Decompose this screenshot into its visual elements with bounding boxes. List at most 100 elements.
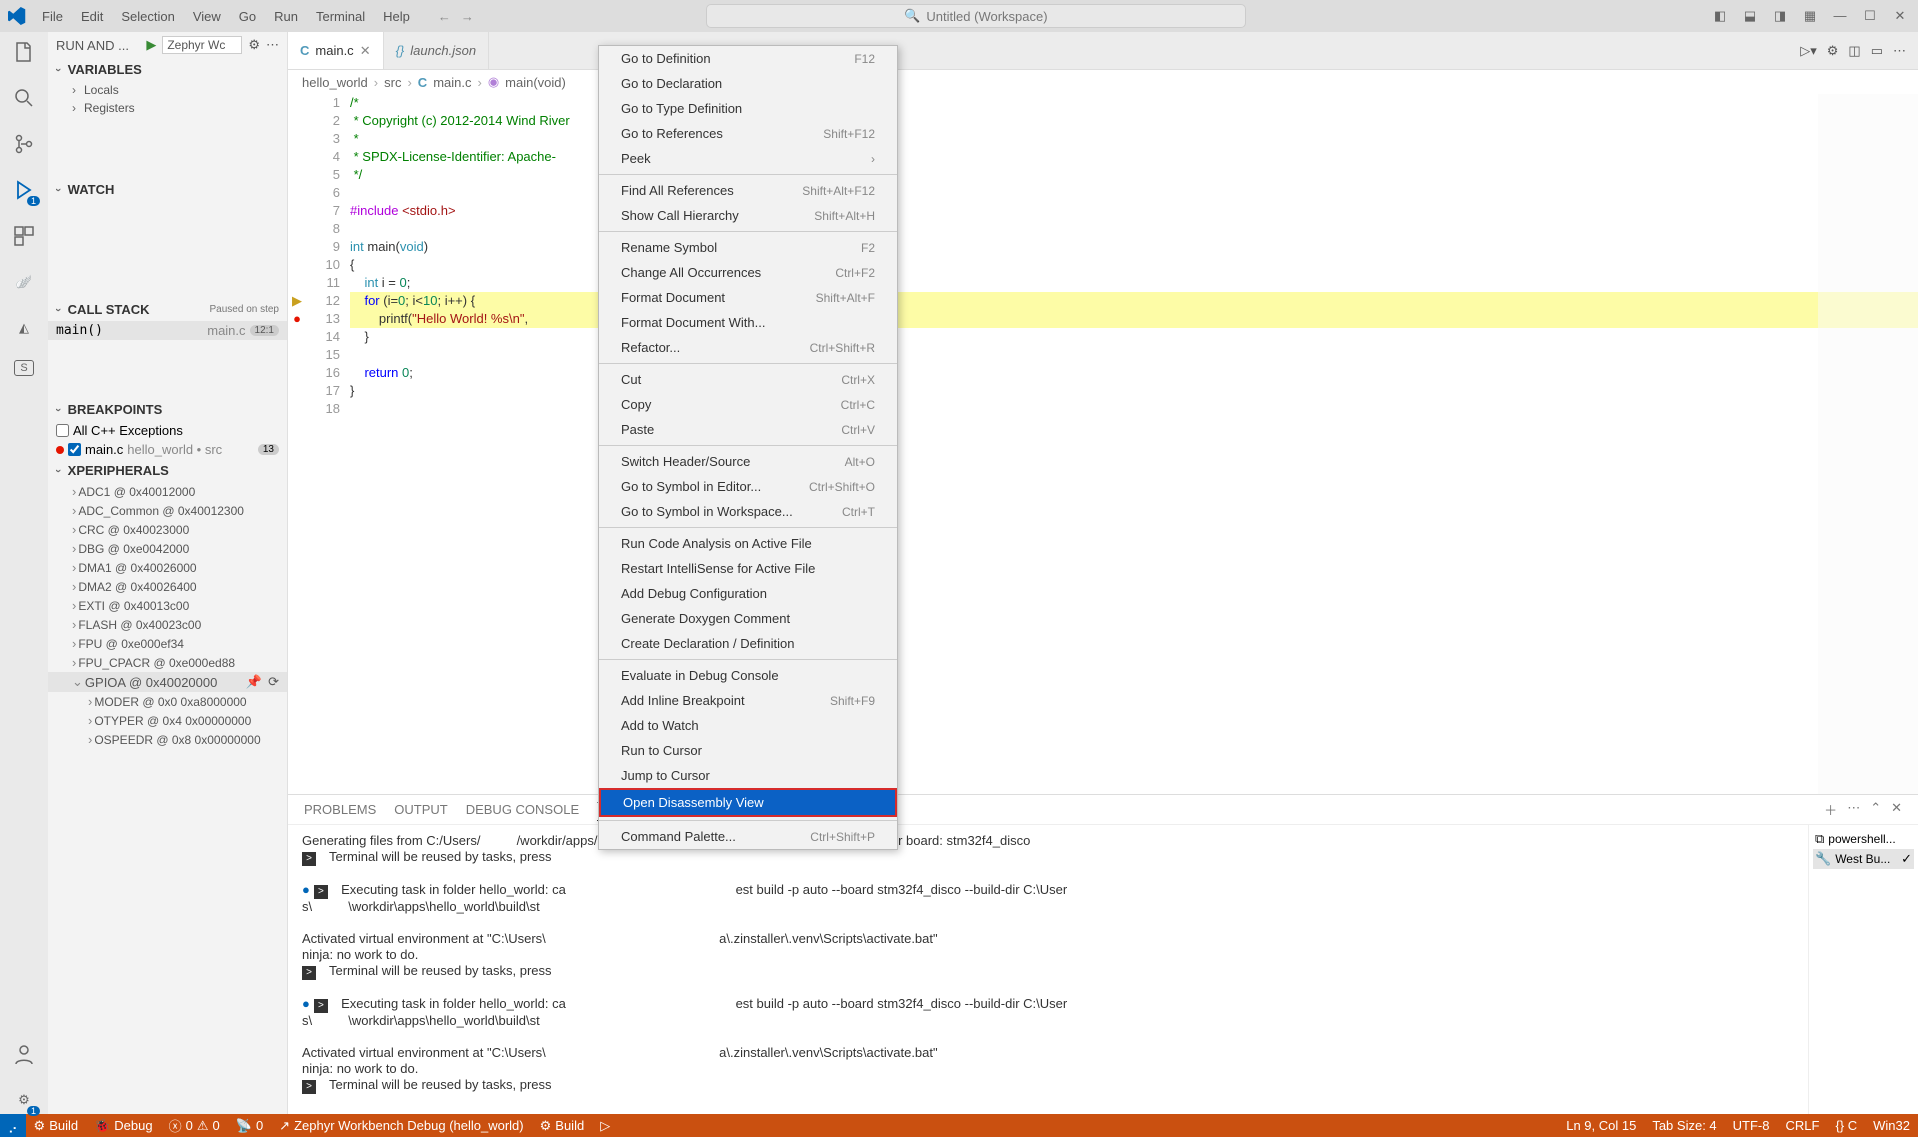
ctx-evaluate-in-debug-console[interactable]: Evaluate in Debug Console [599, 663, 897, 688]
s-box-icon[interactable]: S [14, 360, 34, 376]
minimap[interactable] [1818, 94, 1918, 794]
crumb-fn[interactable]: main(void) [505, 75, 566, 90]
status-errors[interactable]: ⓧ 0 ⚠ 0 [161, 1114, 228, 1137]
periph-gpioa[interactable]: ⌄GPIOA @ 0x40020000 📌 ⟳ [48, 672, 287, 692]
minimize-icon[interactable]: — [1830, 8, 1850, 24]
status-zephyr-debug[interactable]: ↗ Zephyr Workbench Debug (hello_world) [271, 1114, 531, 1137]
status-build2[interactable]: ⚙ Build [532, 1114, 593, 1137]
crumb-file[interactable]: main.c [433, 75, 471, 90]
account-icon[interactable] [10, 1040, 38, 1068]
search-activity-icon[interactable] [10, 84, 38, 112]
ctx-switch-header-source[interactable]: Switch Header/SourceAlt+O [599, 449, 897, 474]
ctx-add-to-watch[interactable]: Add to Watch [599, 713, 897, 738]
ctx-add-debug-configuration[interactable]: Add Debug Configuration [599, 581, 897, 606]
crumb-src[interactable]: src [384, 75, 401, 90]
nav-forward-icon[interactable]: → [461, 9, 474, 24]
status-encoding[interactable]: UTF-8 [1725, 1118, 1778, 1133]
ctx-format-document-with-[interactable]: Format Document With... [599, 310, 897, 335]
breakpoint-all-cpp[interactable]: All C++ Exceptions [48, 421, 287, 440]
menu-run[interactable]: Run [266, 5, 306, 28]
layout-right-icon[interactable]: ◨ [1770, 8, 1790, 24]
periph-item[interactable]: ›CRC @ 0x40023000 [48, 520, 287, 539]
panel-output[interactable]: OUTPUT [394, 802, 447, 817]
settings-icon[interactable]: ⚙1 [10, 1086, 38, 1114]
ctx-peek[interactable]: Peek› [599, 146, 897, 171]
bp-main-checkbox[interactable] [68, 443, 81, 456]
source-control-icon[interactable] [10, 130, 38, 158]
ctx-go-to-type-definition[interactable]: Go to Type Definition [599, 96, 897, 121]
tab-close-icon[interactable]: ✕ [360, 43, 371, 59]
menu-help[interactable]: Help [375, 5, 418, 28]
close-icon[interactable]: ✕ [1890, 8, 1910, 24]
refresh-icon[interactable]: ⟳ [268, 674, 279, 690]
breakpoint-main[interactable]: main.c hello_world • src 13 [48, 440, 287, 459]
layout-bottom-icon[interactable]: ⬓ [1740, 8, 1760, 24]
periph-item[interactable]: ›DMA1 @ 0x40026000 [48, 558, 287, 577]
ctx-open-disassembly-view[interactable]: Open Disassembly View [599, 788, 897, 817]
ctx-jump-to-cursor[interactable]: Jump to Cursor [599, 763, 897, 788]
menu-go[interactable]: Go [231, 5, 264, 28]
run-debug-icon[interactable]: 1 [10, 176, 38, 204]
maximize-panel-icon[interactable]: ⌃ [1870, 800, 1881, 819]
callstack-section[interactable]: CALL STACKPaused on step [48, 298, 287, 321]
debug-config-dropdown[interactable]: Zephyr Wc [162, 36, 242, 54]
bp-all-cpp-checkbox[interactable] [56, 424, 69, 437]
menu-view[interactable]: View [185, 5, 229, 28]
split-icon[interactable]: ◫ [1848, 43, 1860, 59]
status-cursor[interactable]: Ln 9, Col 15 [1558, 1118, 1644, 1133]
ctx-show-call-hierarchy[interactable]: Show Call HierarchyShift+Alt+H [599, 203, 897, 228]
status-platform[interactable]: Win32 [1865, 1118, 1918, 1133]
pin-icon[interactable]: 📌 [246, 674, 262, 690]
breadcrumb[interactable]: hello_world› src› C main.c› ◉ main(void) [288, 70, 1918, 94]
breakpoints-section[interactable]: BREAKPOINTS [48, 398, 287, 421]
ctx-go-to-declaration[interactable]: Go to Declaration [599, 71, 897, 96]
gear-icon[interactable]: ⚙ [1827, 43, 1839, 59]
debug-gear-icon[interactable]: ⚙ [248, 37, 260, 53]
panel-debug[interactable]: DEBUG CONSOLE [466, 802, 579, 817]
close-panel-icon[interactable]: ✕ [1891, 800, 1902, 819]
ctx-go-to-definition[interactable]: Go to DefinitionF12 [599, 46, 897, 71]
terminal-more-icon[interactable]: ⋯ [1847, 800, 1860, 819]
ctx-run-to-cursor[interactable]: Run to Cursor [599, 738, 897, 763]
status-debug[interactable]: 🐞 Debug [86, 1114, 161, 1137]
periph-item[interactable]: ›DBG @ 0xe0042000 [48, 539, 287, 558]
menu-file[interactable]: File [34, 5, 71, 28]
variables-locals[interactable]: Locals [48, 81, 287, 99]
extensions-icon[interactable] [10, 222, 38, 250]
periph-reg[interactable]: ›OSPEEDR @ 0x8 0x00000000 [48, 730, 287, 749]
panel-problems[interactable]: PROBLEMS [304, 802, 376, 817]
nav-back-icon[interactable]: ← [438, 9, 451, 24]
terminal-west[interactable]: 🔧West Bu... ✓ [1813, 849, 1914, 869]
periph-item[interactable]: ›FLASH @ 0x40023c00 [48, 615, 287, 634]
ctx-format-document[interactable]: Format DocumentShift+Alt+F [599, 285, 897, 310]
debug-more-icon[interactable]: ⋯ [266, 37, 279, 53]
status-ports[interactable]: 📡 0 [228, 1114, 271, 1137]
periph-reg[interactable]: ›OTYPER @ 0x4 0x00000000 [48, 711, 287, 730]
debug-start-icon[interactable]: ▶ [146, 37, 156, 53]
ctx-generate-doxygen-comment[interactable]: Generate Doxygen Comment [599, 606, 897, 631]
status-run-triangle[interactable]: ▷ [592, 1114, 618, 1137]
run-play-icon[interactable]: ▷▾ [1800, 43, 1817, 59]
xperipherals-section[interactable]: XPERIPHERALS [48, 459, 287, 482]
ctx-copy[interactable]: CopyCtrl+C [599, 392, 897, 417]
ctx-add-inline-breakpoint[interactable]: Add Inline BreakpointShift+F9 [599, 688, 897, 713]
callstack-frame[interactable]: main() main.c 12:1 [48, 321, 287, 340]
status-lang[interactable]: {} C [1827, 1118, 1865, 1133]
ctx-refactor-[interactable]: Refactor...Ctrl+Shift+R [599, 335, 897, 360]
periph-item[interactable]: ›ADC_Common @ 0x40012300 [48, 501, 287, 520]
periph-reg[interactable]: ›MODER @ 0x0 0xa8000000 [48, 692, 287, 711]
status-tabsize[interactable]: Tab Size: 4 [1644, 1118, 1724, 1133]
watch-section[interactable]: WATCH [48, 178, 287, 201]
ctx-run-code-analysis-on-active-file[interactable]: Run Code Analysis on Active File [599, 531, 897, 556]
status-eol[interactable]: CRLF [1778, 1118, 1828, 1133]
periph-item[interactable]: ›FPU_CPACR @ 0xe000ed88 [48, 653, 287, 672]
remote-button[interactable]: ⡠ [0, 1114, 26, 1137]
diff-icon[interactable]: ▭ [1871, 43, 1883, 59]
tab-launch-json[interactable]: {} launch.json [384, 32, 489, 69]
ctx-cut[interactable]: CutCtrl+X [599, 367, 897, 392]
variables-registers[interactable]: Registers [48, 99, 287, 117]
command-center[interactable]: 🔍 Untitled (Workspace) [706, 4, 1246, 28]
editor-context-menu[interactable]: Go to DefinitionF12Go to DeclarationGo t… [598, 45, 898, 850]
maximize-icon[interactable]: ☐ [1860, 8, 1880, 24]
layout-left-icon[interactable]: ◧ [1710, 8, 1730, 24]
